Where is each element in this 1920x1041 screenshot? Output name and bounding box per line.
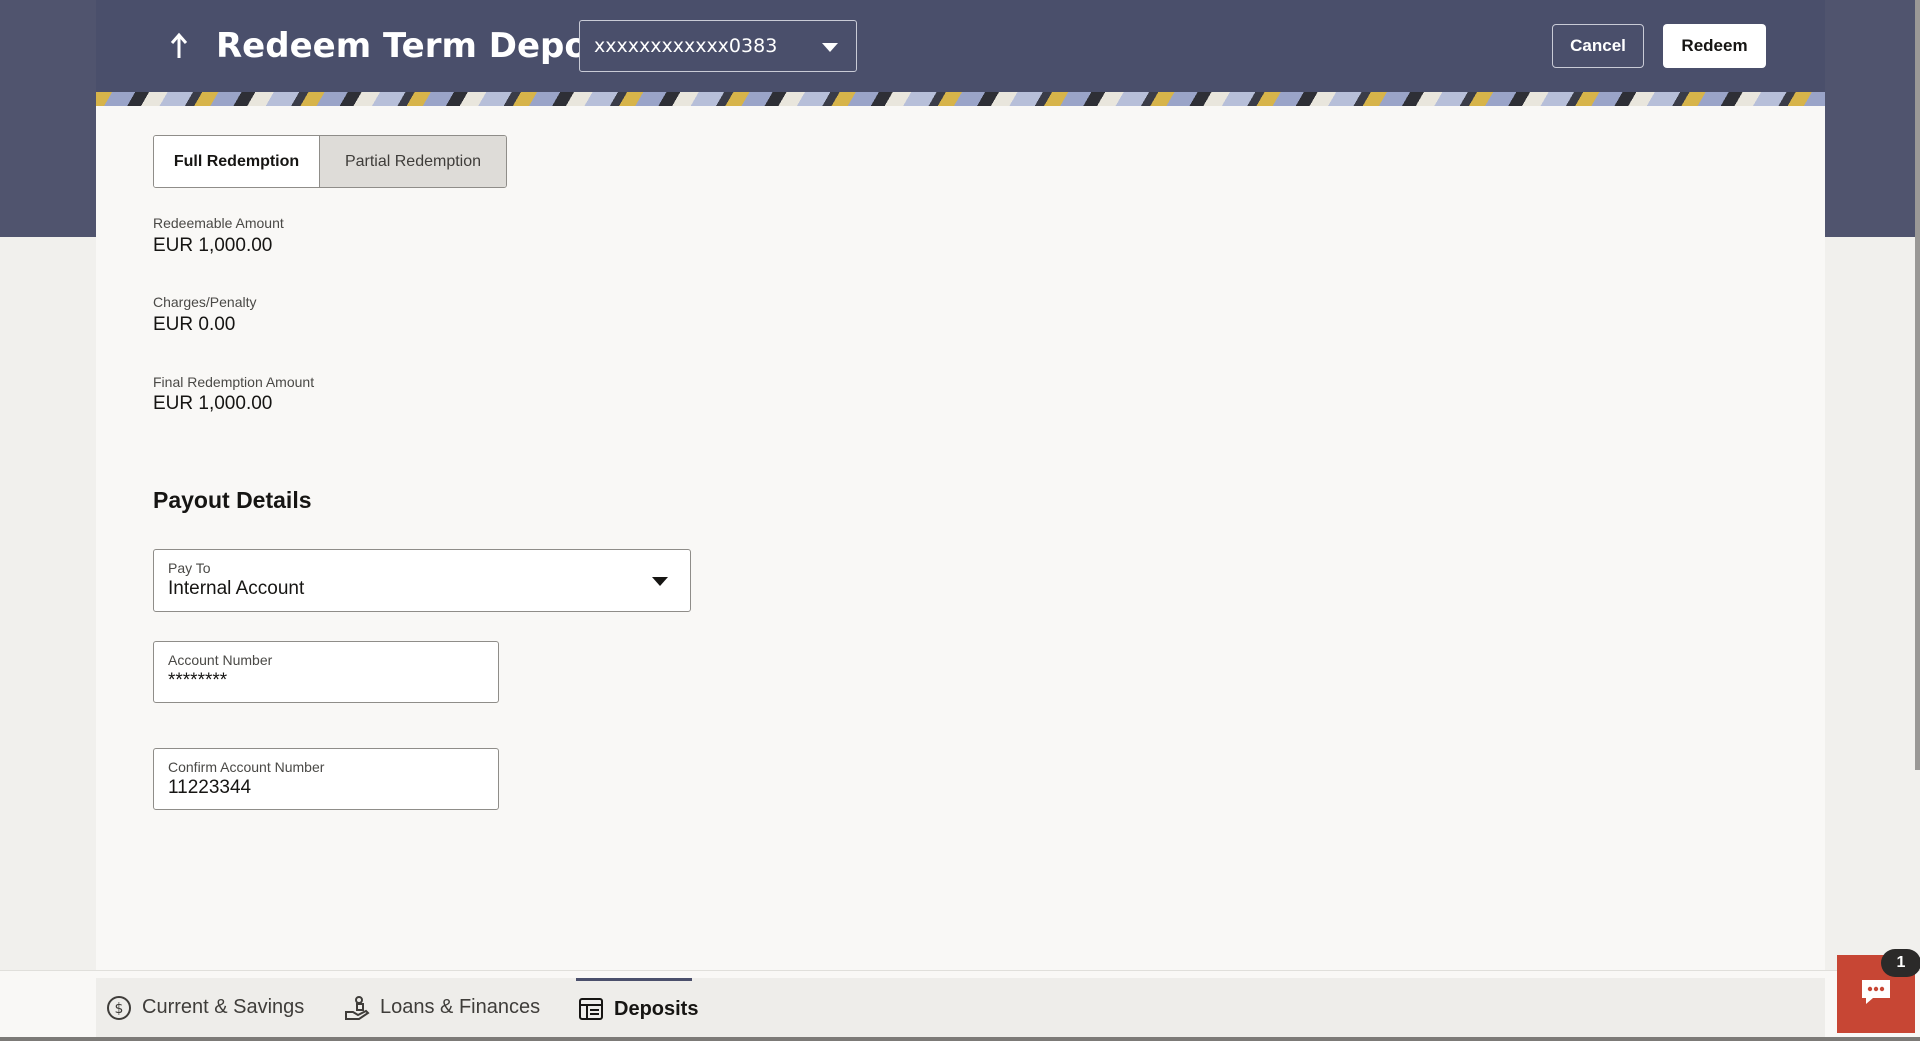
chat-bubble-icon <box>1859 977 1893 1011</box>
account-select[interactable]: xxxxxxxxxxxx0383 <box>579 20 857 72</box>
chevron-down-icon <box>652 577 668 586</box>
account-number-value: ******** <box>168 670 228 691</box>
confirm-account-number-field[interactable]: Confirm Account Number 11223344 <box>153 748 499 810</box>
redeem-button[interactable]: Redeem <box>1663 24 1766 68</box>
confirm-account-number-label: Confirm Account Number <box>168 759 325 775</box>
redeemable-amount-value: EUR 1,000.00 <box>153 235 273 256</box>
tab-loans-finances[interactable]: Loans & Finances <box>344 978 540 1037</box>
tab-current-savings[interactable]: $ Current & Savings <box>106 978 304 1037</box>
redeemable-amount-label: Redeemable Amount <box>153 215 284 231</box>
tab-deposits[interactable]: Deposits <box>576 978 698 1037</box>
svg-text:$: $ <box>115 1001 124 1017</box>
account-number-label: Account Number <box>168 652 273 668</box>
final-amount-label: Final Redemption Amount <box>153 374 315 390</box>
page-title: Redeem Term Deposit <box>216 26 636 66</box>
charges-value: EUR 0.00 <box>153 314 236 335</box>
content-panel <box>96 106 1825 970</box>
partial-redemption-option[interactable]: Partial Redemption <box>320 136 506 187</box>
account-select-value: xxxxxxxxxxxx0383 <box>594 35 778 57</box>
tab-label: Deposits <box>614 997 699 1020</box>
confirm-account-number-value: 11223344 <box>168 777 252 798</box>
page: Redeem Term Deposit xxxxxxxxxxxx0383 Can… <box>0 0 1920 1041</box>
tab-label: Current & Savings <box>142 996 305 1018</box>
pay-to-select[interactable]: Pay To Internal Account <box>153 549 691 612</box>
decorative-stripe <box>96 92 1825 106</box>
pay-to-label: Pay To <box>168 560 211 576</box>
bottom-divider <box>0 1037 1920 1041</box>
chevron-down-icon <box>822 43 838 52</box>
account-number-field[interactable]: Account Number ******** <box>153 641 499 703</box>
deposits-icon <box>578 996 604 1022</box>
payout-details-title: Payout Details <box>153 487 312 513</box>
redemption-type-toggle: Full Redemption Partial Redemption <box>153 135 507 188</box>
full-redemption-option[interactable]: Full Redemption <box>154 136 320 187</box>
pay-to-value: Internal Account <box>168 578 305 599</box>
cancel-button[interactable]: Cancel <box>1552 24 1644 68</box>
tab-label: Loans & Finances <box>380 996 541 1018</box>
final-amount-value: EUR 1,000.00 <box>153 393 273 414</box>
chat-notification-badge: 1 <box>1881 949 1920 977</box>
scrollbar[interactable] <box>1915 0 1920 770</box>
charges-label: Charges/Penalty <box>153 294 257 310</box>
dollar-circle-icon: $ <box>106 995 132 1021</box>
hand-coins-icon <box>344 995 370 1021</box>
back-arrow-icon[interactable] <box>165 28 193 64</box>
